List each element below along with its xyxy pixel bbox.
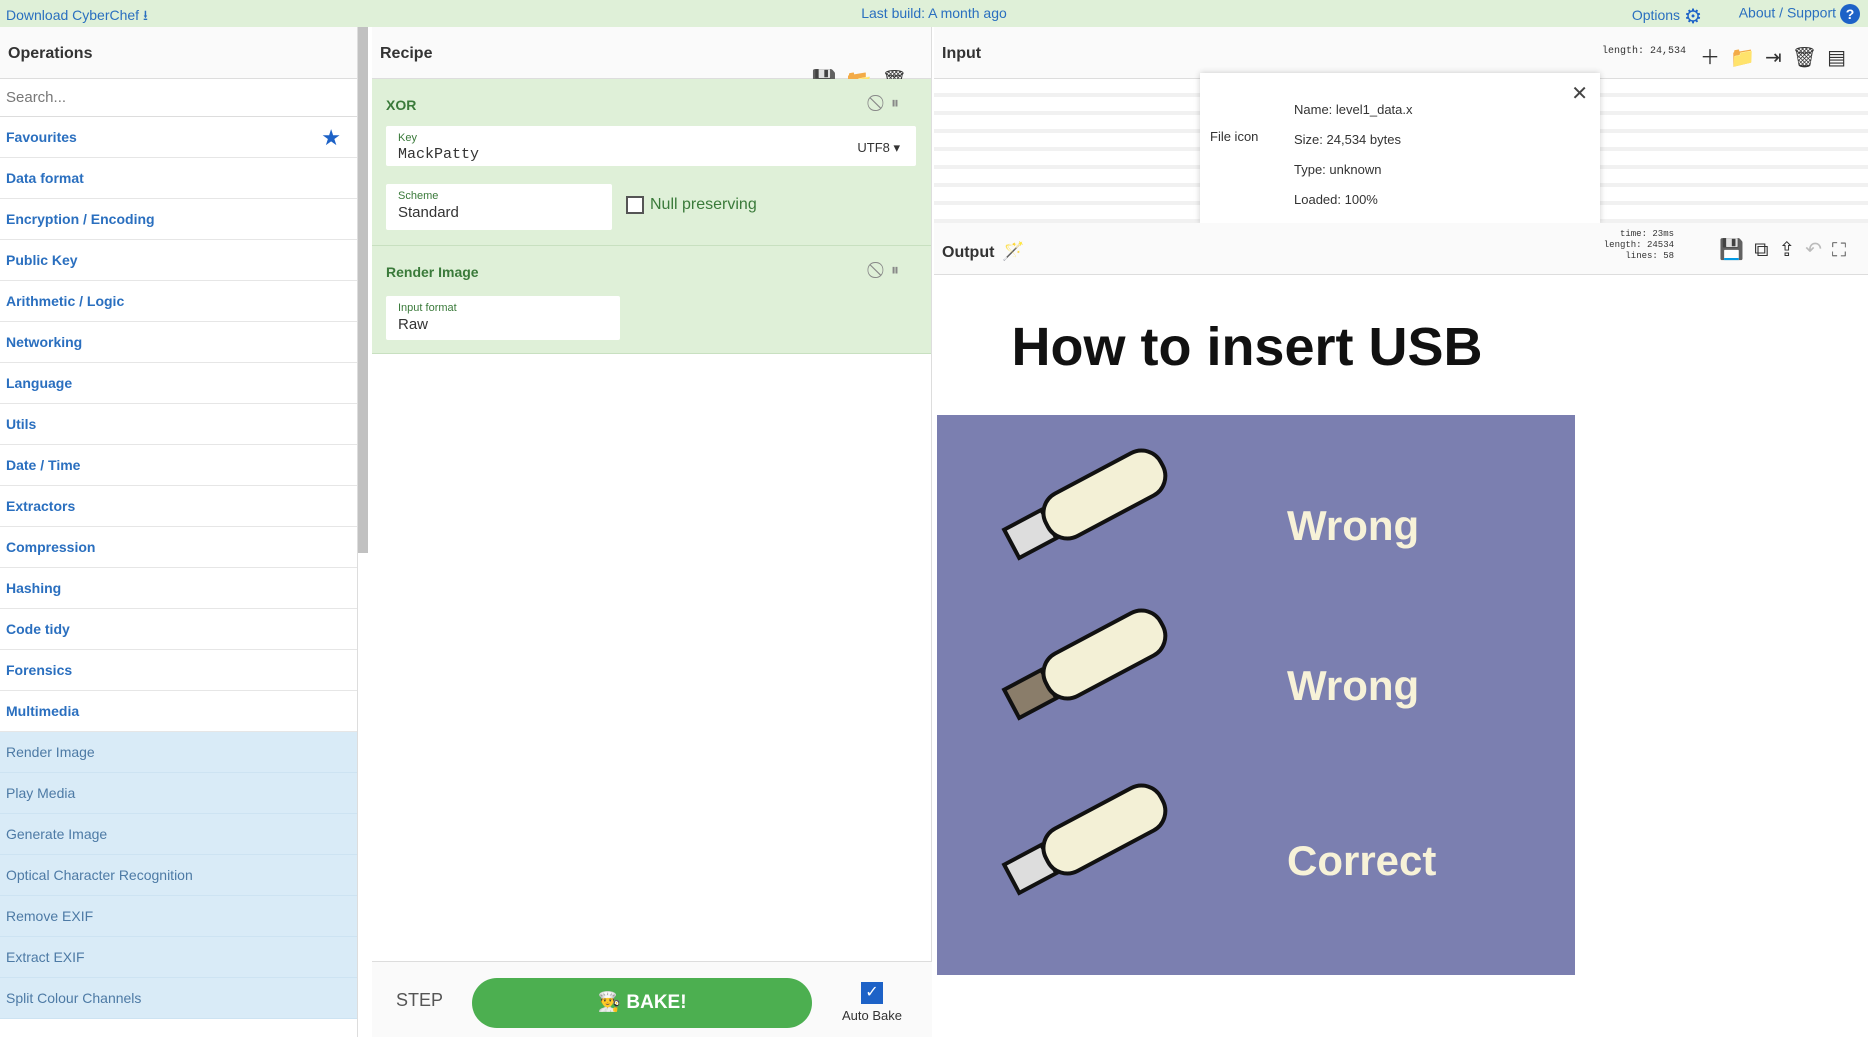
operation-item[interactable]: Optical Character Recognition bbox=[0, 855, 357, 896]
category-arithmetic-logic[interactable]: Arithmetic / Logic bbox=[0, 281, 357, 322]
input-length: length: 24,534 bbox=[1601, 46, 1686, 57]
scheme-value: Standard bbox=[398, 204, 459, 221]
last-build-text: Last build: A month ago bbox=[861, 5, 1007, 21]
format-value: Raw bbox=[398, 316, 429, 333]
output-time: time: 23ms bbox=[1619, 229, 1674, 239]
output-panel: Output 🪄 time: 23ms length: 24534 lines: … bbox=[934, 223, 1868, 1037]
gear-icon: ⚙ bbox=[1684, 6, 1702, 28]
file-type: Type: unknown bbox=[1294, 162, 1382, 177]
pause-icon[interactable]: ⏸ bbox=[891, 95, 911, 112]
render-controls: ⃠⏸ bbox=[879, 262, 911, 280]
operation-item[interactable]: Generate Image bbox=[0, 814, 357, 855]
usb-label: Wrong bbox=[1287, 502, 1419, 549]
operation-list: Render Image Play Media Generate Image Opti… bbox=[0, 732, 357, 1019]
about-link[interactable]: About / Support? bbox=[1739, 4, 1860, 24]
category-utils[interactable]: Utils bbox=[0, 404, 357, 445]
xor-controls: ⃠⏸ bbox=[879, 95, 911, 113]
render-image-operation: Render Image ⃠⏸ Input format Raw bbox=[372, 246, 931, 354]
category-favourites[interactable]: Favourites ★ bbox=[0, 117, 357, 158]
help-icon: ? bbox=[1840, 4, 1860, 24]
checkbox-empty bbox=[626, 196, 644, 214]
maximise-icon[interactable]: ⛶ bbox=[1832, 239, 1856, 261]
category-networking[interactable]: Networking bbox=[0, 322, 357, 363]
output-image-area: How to insert USB Wrong Wrong Correct bbox=[934, 275, 1868, 1037]
star-icon: ★ bbox=[321, 125, 341, 150]
close-icon[interactable]: ✕ bbox=[1571, 81, 1588, 106]
replace-input-icon[interactable]: ⇪ bbox=[1778, 239, 1805, 261]
output-lines: lines: 58 bbox=[1625, 251, 1674, 261]
render-title: Render Image bbox=[386, 264, 479, 280]
file-loaded: Loaded: 100% bbox=[1294, 192, 1378, 207]
category-code-tidy[interactable]: Code tidy bbox=[0, 609, 357, 650]
category-encryption-encoding[interactable]: Encryption / Encoding bbox=[0, 199, 357, 240]
operation-item[interactable]: Remove EXIF bbox=[0, 896, 357, 937]
save-output-icon[interactable]: 💾 bbox=[1719, 239, 1754, 261]
null-preserving-checkbox[interactable]: Null preserving bbox=[626, 196, 757, 214]
key-value: MackPatty bbox=[398, 146, 480, 163]
xor-title: XOR bbox=[386, 97, 417, 113]
undo-icon[interactable]: ↶ bbox=[1805, 239, 1832, 261]
usb-label: Correct bbox=[1287, 837, 1436, 884]
layout-icon[interactable]: ▤ bbox=[1827, 47, 1856, 69]
auto-bake-toggle[interactable]: ✓ Auto Bake bbox=[842, 982, 902, 1023]
category-date-time[interactable]: Date / Time bbox=[0, 445, 357, 486]
image-heading: How to insert USB bbox=[1011, 317, 1482, 377]
file-size: Size: 24,534 bytes bbox=[1294, 132, 1401, 147]
key-label: Key bbox=[398, 132, 417, 144]
magic-wand-icon[interactable]: 🪄 bbox=[1002, 241, 1024, 261]
clear-icon[interactable]: 🗑 bbox=[1792, 47, 1827, 69]
format-label: Input format bbox=[398, 302, 457, 314]
open-file-icon[interactable]: ⇥ bbox=[1765, 47, 1792, 69]
bake-button[interactable]: 👨‍🍳 BAKE! bbox=[472, 978, 812, 1028]
operation-item[interactable]: Play Media bbox=[0, 773, 357, 814]
pause-icon[interactable]: ⏸ bbox=[891, 262, 911, 279]
operations-scrollbar[interactable] bbox=[358, 27, 368, 553]
output-length: length: 24534 bbox=[1603, 240, 1674, 250]
file-icon: File icon bbox=[1210, 129, 1259, 144]
input-panel: Input length: 24,534 ＋📁⇥🗑▤ File icon Nam… bbox=[934, 27, 1868, 223]
search-input[interactable]: Search... bbox=[0, 79, 357, 117]
usb-label: Wrong bbox=[1287, 662, 1419, 709]
options-link[interactable]: Options ⚙ bbox=[1632, 4, 1702, 29]
output-stats: time: 23ms length: 24534 lines: 58 bbox=[1604, 229, 1674, 262]
operation-item[interactable]: Extract EXIF bbox=[0, 937, 357, 978]
operation-item[interactable]: Split Colour Channels bbox=[0, 978, 357, 1019]
top-bar: Download CyberChef ⭳ Last build: A month… bbox=[0, 0, 1868, 29]
scheme-label: Scheme bbox=[398, 190, 439, 202]
category-extractors[interactable]: Extractors bbox=[0, 486, 357, 527]
category-public-key[interactable]: Public Key bbox=[0, 240, 357, 281]
operations-panel: Operations Search... Favourites ★ Data for… bbox=[0, 27, 358, 1037]
scheme-select[interactable]: Scheme Standard bbox=[386, 184, 612, 230]
chef-icon: 👨‍🍳 bbox=[597, 992, 622, 1013]
category-data-format[interactable]: Data format bbox=[0, 158, 357, 199]
recipe-panel: Recipe 💾📂🗑 XOR ⃠⏸ Key MackPatty UTF8 ▾ S… bbox=[372, 27, 932, 1037]
disable-icon[interactable]: ⃠ bbox=[879, 262, 891, 279]
key-field[interactable]: Key MackPatty UTF8 ▾ bbox=[386, 126, 916, 166]
operations-title: Operations bbox=[0, 27, 357, 79]
file-name: Name: level1_data.x bbox=[1294, 102, 1413, 117]
output-toolbar: 💾⧉⇪↶⛶ bbox=[1719, 237, 1856, 262]
disable-icon[interactable]: ⃠ bbox=[879, 95, 891, 112]
checkbox-checked-icon: ✓ bbox=[861, 982, 883, 1004]
category-compression[interactable]: Compression bbox=[0, 527, 357, 568]
category-forensics[interactable]: Forensics bbox=[0, 650, 357, 691]
category-hashing[interactable]: Hashing bbox=[0, 568, 357, 609]
category-multimedia[interactable]: Multimedia bbox=[0, 691, 357, 732]
category-language[interactable]: Language bbox=[0, 363, 357, 404]
copy-icon[interactable]: ⧉ bbox=[1754, 239, 1778, 261]
xor-operation: XOR ⃠⏸ Key MackPatty UTF8 ▾ Scheme Stand… bbox=[372, 79, 931, 246]
step-button[interactable]: STEP bbox=[396, 990, 443, 1011]
operation-item[interactable]: Render Image bbox=[0, 732, 357, 773]
input-format-select[interactable]: Input format Raw bbox=[386, 296, 620, 340]
file-details-overlay: File icon Name: level1_data.x Size: 24,5… bbox=[1200, 73, 1600, 223]
encoding-dropdown[interactable]: UTF8 ▾ bbox=[857, 140, 900, 156]
category-list: Favourites ★ Data format Encryption / Encod… bbox=[0, 117, 357, 732]
open-folder-icon[interactable]: 📁 bbox=[1730, 47, 1765, 69]
bake-controls: STEP 👨‍🍳 BAKE! ✓ Auto Bake bbox=[372, 961, 932, 1037]
add-tab-icon[interactable]: ＋ bbox=[1700, 47, 1730, 69]
rendered-image: How to insert USB Wrong Wrong Correct bbox=[937, 275, 1575, 975]
input-toolbar: ＋📁⇥🗑▤ bbox=[1700, 41, 1856, 70]
